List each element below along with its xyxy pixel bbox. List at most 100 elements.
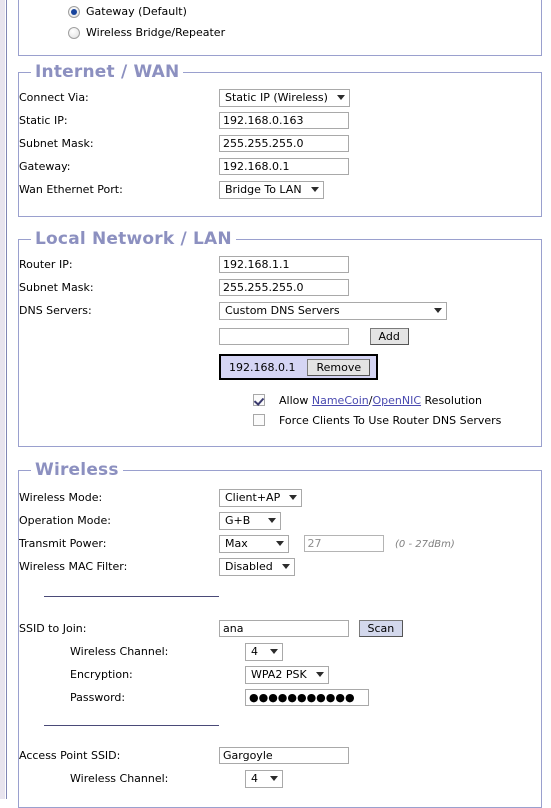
wireless-separator-1 xyxy=(44,596,219,597)
transmit-power-label: Transmit Power: xyxy=(19,537,107,550)
ap-channel-select[interactable]: 4 xyxy=(245,769,283,788)
wan-ethernet-port-select[interactable]: Bridge To LAN xyxy=(219,180,324,199)
wan-subnet-mask-label: Subnet Mask: xyxy=(19,137,94,150)
wan-static-ip-cell xyxy=(219,109,350,132)
radio-row-gateway[interactable]: Gateway (Default) xyxy=(19,1,541,22)
ssid-to-join-cell: Scan xyxy=(219,617,404,640)
client-channel-select[interactable]: 4 xyxy=(245,642,283,661)
wireless-panel: Wireless Wireless Mode: Client+AP Operat… xyxy=(18,460,542,808)
ap-ssid-row: Access Point SSID: xyxy=(19,744,349,767)
mac-filter-select[interactable]: Disabled xyxy=(219,557,295,576)
wireless-mode-select[interactable]: Client+AP xyxy=(219,488,303,507)
operation-mode-select[interactable]: G+B xyxy=(219,511,281,530)
ap-channel-row: Wireless Channel: 4 xyxy=(19,767,349,790)
lan-dns-add-input[interactable] xyxy=(219,327,349,345)
wireless-form-ap: Access Point SSID: Wireless Channel: 4 xyxy=(19,744,349,790)
password-label: Password: xyxy=(70,691,126,704)
wan-ethernet-port-value: Bridge To LAN xyxy=(225,183,302,196)
ssid-to-join-input[interactable] xyxy=(219,620,349,637)
internet-wan-panel: Internet / WAN Connect Via: Static IP (W… xyxy=(18,62,542,217)
encryption-label: Encryption: xyxy=(70,668,133,681)
radio-gateway-label: Gateway (Default) xyxy=(86,5,187,18)
lan-force-dns-checkbox[interactable] xyxy=(253,414,265,426)
chevron-down-icon xyxy=(270,776,278,781)
operation-mode-cell: G+B xyxy=(219,509,455,532)
wan-subnet-mask-cell xyxy=(219,132,350,155)
wan-static-ip-input[interactable] xyxy=(219,112,349,129)
lan-dns-servers-cell: Custom DNS Servers xyxy=(219,299,447,322)
lan-dns-add-row: Add xyxy=(19,322,447,350)
internet-wan-title: Internet / WAN xyxy=(35,62,180,82)
mac-filter-row: Wireless MAC Filter: Disabled xyxy=(19,555,455,578)
lan-subnet-mask-input[interactable] xyxy=(219,279,349,296)
lan-dns-entry-cell: 192.168.0.1 Remove xyxy=(219,350,447,384)
radio-wireless-bridge-icon[interactable] xyxy=(68,26,80,39)
ap-ssid-input[interactable] xyxy=(219,747,349,764)
lan-dns-add-spacer xyxy=(19,322,219,350)
wireless-title: Wireless xyxy=(35,460,119,480)
router-config-page: Gateway (Default) Wireless Bridge/Repeat… xyxy=(7,0,551,808)
ap-channel-label: Wireless Channel: xyxy=(70,772,169,785)
lan-force-dns-label: Force Clients To Use Router DNS Servers xyxy=(279,413,502,427)
ssid-to-join-row: SSID to Join: Scan xyxy=(19,617,404,640)
chevron-down-icon xyxy=(268,518,276,523)
wan-subnet-mask-input[interactable] xyxy=(219,135,349,152)
transmit-power-hint: (0 - 27dBm) xyxy=(395,538,455,550)
radio-row-wireless-bridge[interactable]: Wireless Bridge/Repeater xyxy=(19,22,541,43)
lan-force-dns-row[interactable]: Force Clients To Use Router DNS Servers xyxy=(19,410,541,430)
lan-subnet-mask-cell xyxy=(219,276,447,299)
chevron-down-icon xyxy=(315,672,324,677)
wan-connect-via-label: Connect Via: xyxy=(19,91,89,104)
encryption-select[interactable]: WPA2 PSK xyxy=(245,665,329,684)
ap-ssid-label: Access Point SSID: xyxy=(19,749,121,762)
namecoin-link[interactable]: NameCoin xyxy=(312,394,369,407)
wan-connect-via-select[interactable]: Static IP (Wireless) xyxy=(219,88,350,107)
wan-connect-via-row: Connect Via: Static IP (Wireless) xyxy=(19,86,350,109)
scan-button[interactable]: Scan xyxy=(358,620,404,637)
lan-subnet-mask-row: Subnet Mask: xyxy=(19,276,447,299)
radio-gateway-icon[interactable] xyxy=(68,5,80,18)
wan-ethernet-port-cell: Bridge To LAN xyxy=(219,178,350,201)
lan-dns-servers-row: DNS Servers: Custom DNS Servers xyxy=(19,299,447,322)
page-left-gutter xyxy=(0,0,5,799)
mac-filter-label: Wireless MAC Filter: xyxy=(19,560,128,573)
lan-dns-entry-remove-button[interactable]: Remove xyxy=(307,358,371,376)
lan-dns-servers-label: DNS Servers: xyxy=(19,304,92,317)
radio-wireless-bridge-label: Wireless Bridge/Repeater xyxy=(86,26,226,39)
wireless-mode-label: Wireless Mode: xyxy=(19,491,103,504)
lan-dns-add-button[interactable]: Add xyxy=(369,327,409,345)
lan-router-ip-row: Router IP: xyxy=(19,253,447,276)
transmit-power-row: Transmit Power: Max (0 - 27dBm) xyxy=(19,532,455,555)
transmit-power-select[interactable]: Max xyxy=(219,534,289,553)
client-channel-row: Wireless Channel: 4 xyxy=(19,640,403,663)
lan-allow-suffix: Resolution xyxy=(421,393,483,407)
wireless-mode-row: Wireless Mode: Client+AP xyxy=(19,486,455,509)
wan-static-ip-row: Static IP: xyxy=(19,109,350,132)
lan-dns-entry-row: 192.168.0.1 Remove xyxy=(19,350,447,384)
wan-gateway-cell xyxy=(219,155,350,178)
local-network-lan-panel: Local Network / LAN Router IP: Subnet Ma… xyxy=(18,229,542,447)
chevron-down-icon xyxy=(282,564,290,569)
opennic-link[interactable]: OpenNIC xyxy=(372,394,421,407)
lan-dns-entry-spacer xyxy=(19,350,219,384)
operation-mode-row: Operation Mode: G+B xyxy=(19,509,455,532)
transmit-power-dbm-input[interactable] xyxy=(303,535,384,552)
mac-filter-value: Disabled xyxy=(225,560,273,573)
lan-router-ip-input[interactable] xyxy=(219,256,349,273)
lan-allow-namecoin-row[interactable]: Allow NameCoin/OpenNIC Resolution xyxy=(19,390,541,410)
client-channel-cell: 4 xyxy=(219,640,403,663)
wan-static-ip-label: Static IP: xyxy=(19,114,68,127)
lan-form: Router IP: Subnet Mask: DNS Servers: Cus… xyxy=(19,253,447,384)
wireless-separator-2 xyxy=(44,725,219,726)
client-channel-label: Wireless Channel: xyxy=(70,645,169,658)
mac-filter-cell: Disabled xyxy=(219,555,455,578)
lan-dns-servers-select[interactable]: Custom DNS Servers xyxy=(219,301,447,320)
wan-ethernet-port-label: Wan Ethernet Port: xyxy=(19,183,123,196)
wan-gateway-input[interactable] xyxy=(219,158,349,175)
password-input[interactable] xyxy=(245,689,369,706)
wan-gateway-label: Gateway: xyxy=(19,160,71,173)
chevron-down-icon xyxy=(276,541,284,546)
wan-subnet-mask-row: Subnet Mask: xyxy=(19,132,350,155)
password-cell xyxy=(219,686,403,709)
lan-allow-namecoin-checkbox[interactable] xyxy=(253,394,265,406)
